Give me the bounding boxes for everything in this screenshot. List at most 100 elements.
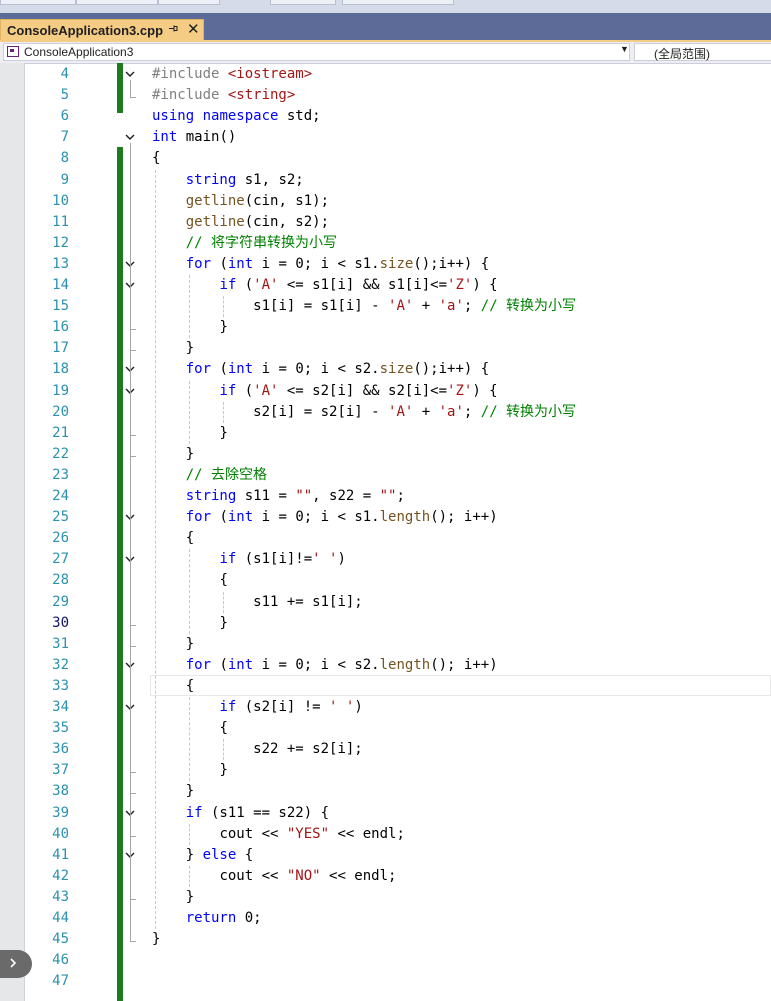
code-token: (s1[i]!= [236, 551, 313, 568]
code-line[interactable]: 15 s1[i] = s1[i] - 'A' + 'a'; // 转换为小写 [0, 296, 771, 317]
code-token: 'a' [438, 403, 464, 420]
expand-panel-button[interactable] [0, 950, 32, 978]
code-line[interactable]: 42 cout << "NO" << endl; [0, 866, 771, 887]
code-line[interactable]: 31 } [0, 634, 771, 655]
code-line[interactable]: 21 } [0, 423, 771, 444]
code-line[interactable]: 17 } [0, 338, 771, 359]
code-text[interactable]: if ('A' <= s1[i] && s1[i]<='Z') { [152, 275, 497, 296]
code-line[interactable]: 10 getline(cin, s1); [0, 191, 771, 212]
code-text[interactable]: if ('A' <= s2[i] && s2[i]<='Z') { [152, 381, 497, 402]
code-line[interactable]: 4 #include <iostream> [0, 64, 771, 85]
code-text[interactable]: } [152, 929, 160, 950]
code-text[interactable]: #include <iostream> [152, 64, 312, 85]
code-line[interactable]: 36 s22 += s2[i]; [0, 739, 771, 760]
code-text[interactable]: { [152, 148, 160, 169]
code-line[interactable]: 46 [0, 950, 771, 971]
code-line[interactable]: 16 } [0, 317, 771, 338]
code-line[interactable]: 29 s11 += s1[i]; [0, 592, 771, 613]
code-line[interactable]: 5 #include <string> [0, 85, 771, 106]
code-line[interactable]: 41 } else { [0, 845, 771, 866]
code-line[interactable]: 32 for (int i = 0; i < s2.length(); i++) [0, 655, 771, 676]
code-line[interactable]: 20 s2[i] = s2[i] - 'A' + 'a'; // 转换为小写 [0, 402, 771, 423]
code-text[interactable]: { [152, 676, 194, 697]
tab-consoleapplication3-cpp[interactable]: ConsoleApplication3.cpp ✕ [0, 19, 204, 40]
code-text[interactable]: getline(cin, s1); [152, 191, 329, 212]
code-text[interactable]: } [152, 634, 194, 655]
code-line[interactable]: 27 if (s1[i]!=' ') [0, 549, 771, 570]
code-text[interactable]: } [152, 444, 194, 465]
code-line[interactable]: 37 } [0, 760, 771, 781]
code-text[interactable]: s11 += s1[i]; [152, 592, 363, 613]
code-token: cout << [219, 867, 287, 884]
code-text[interactable]: } [152, 887, 194, 908]
code-token: ( [236, 277, 254, 293]
pin-icon[interactable] [168, 23, 179, 37]
code-text[interactable]: if (s11 == s22) { [152, 803, 329, 824]
code-text[interactable]: } [152, 781, 194, 802]
code-token: ; [463, 298, 481, 315]
fold-chevron-icon[interactable] [124, 68, 136, 80]
code-line[interactable]: 38 } [0, 781, 771, 802]
code-line[interactable]: 18 for (int i = 0; i < s2.size();i++) { [0, 359, 771, 380]
code-text[interactable]: } else { [152, 845, 253, 866]
code-token: } [219, 614, 228, 631]
code-text[interactable]: for (int i = 0; i < s2.size();i++) { [152, 359, 489, 380]
close-icon[interactable]: ✕ [187, 20, 200, 38]
code-text[interactable]: s1[i] = s1[i] - 'A' + 'a'; // 转换为小写 [152, 296, 576, 317]
code-line[interactable]: 11 getline(cin, s2); [0, 212, 771, 233]
code-token: int [227, 255, 254, 272]
code-line[interactable]: 24 string s11 = "", s22 = ""; [0, 486, 771, 507]
code-text[interactable]: } [152, 338, 194, 359]
code-text[interactable]: s22 += s2[i]; [152, 739, 363, 760]
code-line[interactable]: 25 for (int i = 0; i < s1.length(); i++) [0, 507, 771, 528]
code-text[interactable]: #include <string> [152, 85, 295, 106]
code-line[interactable]: 14 if ('A' <= s1[i] && s1[i]<='Z') { [0, 275, 771, 296]
code-line[interactable]: 47 [0, 971, 771, 992]
code-line[interactable]: 23 // 去除空格 [0, 465, 771, 486]
code-text[interactable]: getline(cin, s2); [152, 212, 329, 233]
code-line[interactable]: 8{ [0, 148, 771, 169]
code-line[interactable]: 45} [0, 929, 771, 950]
code-text[interactable]: { [152, 528, 194, 549]
code-text[interactable]: // 去除空格 [152, 465, 267, 486]
code-line[interactable]: 13 for (int i = 0; i < s1.size();i++) { [0, 254, 771, 275]
code-token: if [185, 804, 203, 821]
code-line[interactable]: 26 { [0, 528, 771, 549]
code-line[interactable]: 40 cout << "YES" << endl; [0, 824, 771, 845]
code-text[interactable]: if (s2[i] != ' ') [152, 697, 362, 718]
code-text[interactable]: string s1, s2; [152, 170, 304, 191]
code-line[interactable]: 44 return 0; [0, 908, 771, 929]
scope-dropdown[interactable]: (全局范围) [634, 43, 771, 61]
project-dropdown[interactable]: ConsoleApplication3 ▼ [3, 43, 630, 61]
code-text[interactable]: for (int i = 0; i < s2.length(); i++) [152, 655, 498, 676]
code-line[interactable]: 28 { [0, 570, 771, 591]
code-text[interactable]: for (int i = 0; i < s1.length(); i++) [152, 507, 498, 528]
code-line[interactable]: 30 } [0, 613, 771, 634]
code-line[interactable]: 6 using namespace std; [0, 106, 771, 127]
code-line[interactable]: 9 string s1, s2; [0, 170, 771, 191]
code-text[interactable]: int main() [152, 127, 236, 148]
code-token: int [227, 509, 254, 526]
code-text[interactable]: s2[i] = s2[i] - 'A' + 'a'; // 转换为小写 [152, 402, 576, 423]
code-line[interactable]: 7 int main() [0, 127, 771, 148]
code-line[interactable]: 34 if (s2[i] != ' ') [0, 697, 771, 718]
code-text[interactable]: for (int i = 0; i < s1.size();i++) { [152, 254, 489, 275]
code-text[interactable]: return 0; [152, 908, 262, 929]
code-line[interactable]: 19 if ('A' <= s2[i] && s2[i]<='Z') { [0, 381, 771, 402]
code-line[interactable]: 43 } [0, 887, 771, 908]
code-line[interactable]: 22 } [0, 444, 771, 465]
code-line[interactable]: 33 { [0, 676, 771, 697]
code-text[interactable]: // 将字符串转换为小写 [152, 233, 337, 254]
code-editor[interactable]: 4 #include <iostream> 5 #include <string> 6 u… [0, 63, 771, 1001]
code-text[interactable]: string s11 = "", s22 = ""; [152, 486, 405, 507]
code-text[interactable]: if (s1[i]!=' ') [152, 549, 345, 570]
line-number: 28 [52, 572, 69, 589]
code-line[interactable]: 12 // 将字符串转换为小写 [0, 233, 771, 254]
code-line[interactable]: 35 { [0, 718, 771, 739]
fold-chevron-icon[interactable] [124, 131, 136, 143]
dropdown-arrow-icon[interactable]: ▼ [620, 44, 629, 54]
code-line[interactable]: 39 if (s11 == s22) { [0, 803, 771, 824]
code-text[interactable]: using namespace std; [152, 106, 321, 127]
